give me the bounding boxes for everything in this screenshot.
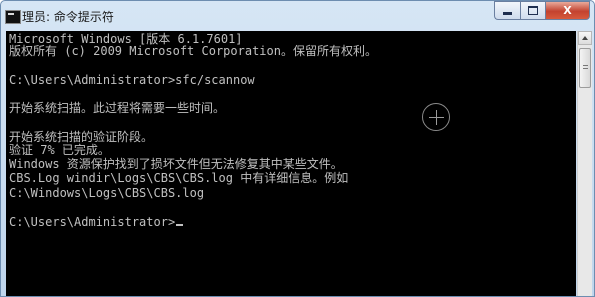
cmd-icon <box>5 10 21 24</box>
console-line: C:\Windows\Logs\CBS\CBS.log <box>9 186 205 200</box>
console-line: 版权所有 (c) 2009 Microsoft Corporation。保留所有… <box>9 44 377 58</box>
console-prompt: C:\Users\Administrator> <box>9 215 176 229</box>
scrollbar-thumb[interactable] <box>579 48 591 88</box>
console-prompt-line[interactable]: C:\Users\Administrator> <box>9 215 184 229</box>
minimize-button[interactable] <box>494 1 520 20</box>
scroll-up-arrow-icon[interactable] <box>578 31 592 45</box>
window-title: 理员: 命令提示符 <box>22 10 114 24</box>
command-prompt-window: 理员: 命令提示符 X Microsoft Windows [版本 6.1.76… <box>0 0 595 297</box>
console-line: 验证 7% 已完成。 <box>9 143 110 157</box>
console-line: Windows 资源保护找到了损坏文件但无法修复其中某些文件。 <box>9 157 343 171</box>
vertical-scrollbar[interactable] <box>577 31 592 296</box>
maximize-icon <box>528 6 538 15</box>
console-output[interactable]: Microsoft Windows [版本 6.1.7601] 版权所有 (c)… <box>6 31 576 296</box>
minimize-icon <box>503 12 512 15</box>
console-line: CBS.Log windir\Logs\CBS\CBS.log 中有详细信息。例… <box>9 171 349 185</box>
close-icon: X <box>563 4 572 17</box>
console-line: C:\Users\Administrator>sfc/scannow <box>9 73 255 87</box>
maximize-button[interactable] <box>520 1 545 20</box>
plus-circle-icon[interactable] <box>422 103 450 131</box>
text-cursor <box>176 224 184 226</box>
close-button[interactable]: X <box>545 1 590 20</box>
window-controls: X <box>494 1 590 21</box>
console-line: 开始系统扫描。此过程将需要一些时间。 <box>9 101 226 115</box>
title-bar[interactable]: 理员: 命令提示符 X <box>1 1 594 31</box>
